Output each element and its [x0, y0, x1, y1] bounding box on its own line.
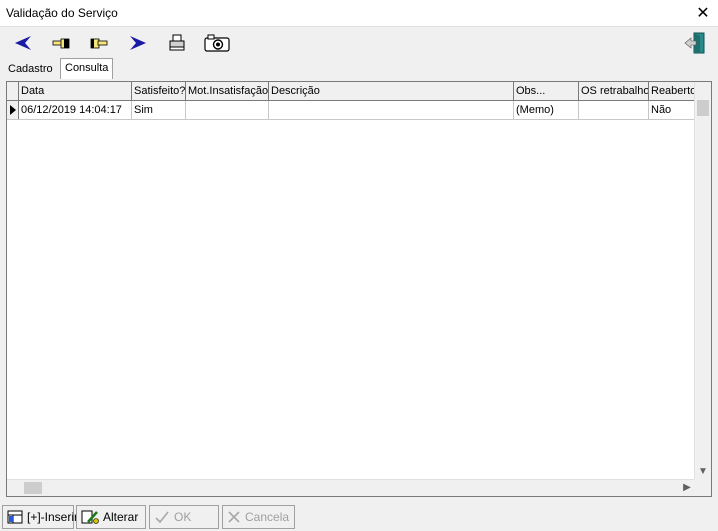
next-record-button[interactable]: [86, 31, 112, 55]
table-row[interactable]: 06/12/2019 14:04:17 Sim (Memo) Não: [7, 101, 695, 120]
horizontal-scroll-thumb[interactable]: [24, 482, 42, 494]
camera-icon: [204, 34, 230, 52]
arrow-left-icon: [15, 36, 31, 50]
exit-door-icon: [684, 32, 705, 54]
title-bar: Validação do Serviço ✕: [0, 0, 718, 27]
insert-button[interactable]: [+]-Inserir: [2, 505, 78, 529]
column-header-satisfeito[interactable]: Satisfeito?: [132, 82, 186, 100]
cell-descricao[interactable]: [269, 101, 514, 119]
column-header-obs[interactable]: Obs...: [514, 82, 579, 100]
screenshot-button[interactable]: [202, 31, 232, 55]
arrow-right-icon: [130, 36, 146, 50]
cancel-button[interactable]: Cancela: [222, 505, 295, 529]
data-grid[interactable]: Data Satisfeito? Mot.Insatisfação Descri…: [6, 81, 712, 497]
cancel-x-icon: [227, 510, 241, 524]
scroll-right-icon[interactable]: ▶: [679, 480, 695, 496]
last-record-button[interactable]: [125, 31, 151, 55]
pointing-hand-right-icon: [90, 38, 108, 49]
edit-label: Alterar: [103, 510, 139, 524]
exit-button[interactable]: [682, 31, 708, 55]
cell-mot-insatisfacao[interactable]: [186, 101, 269, 119]
print-button[interactable]: [164, 31, 190, 55]
grid-header: Data Satisfeito? Mot.Insatisfação Descri…: [7, 82, 695, 101]
current-row-arrow-icon: [10, 105, 16, 115]
printer-icon: [169, 34, 185, 51]
first-record-button[interactable]: [10, 31, 36, 55]
checkmark-icon: [154, 510, 170, 524]
horizontal-scrollbar[interactable]: ▶: [7, 479, 695, 496]
column-header-os-retrabalho[interactable]: OS retrabalho: [579, 82, 649, 100]
tab-cadastro[interactable]: Cadastro: [4, 60, 57, 78]
scroll-down-icon[interactable]: ▼: [695, 464, 711, 480]
cell-reaberto[interactable]: Não: [649, 101, 695, 119]
column-header-reaberto[interactable]: Reaberto: [649, 82, 695, 100]
edit-icon: [81, 509, 99, 525]
toolbar: [0, 27, 718, 59]
cell-data[interactable]: 06/12/2019 14:04:17: [19, 101, 132, 119]
header-indicator: [7, 82, 19, 100]
cell-os-retrabalho[interactable]: [579, 101, 649, 119]
cancel-label: Cancela: [245, 510, 290, 524]
tab-consulta[interactable]: Consulta: [60, 58, 114, 79]
cell-obs[interactable]: (Memo): [514, 101, 579, 119]
close-icon: ✕: [696, 5, 710, 22]
row-indicator: [7, 101, 19, 119]
column-header-mot-insatisfacao[interactable]: Mot.Insatisfação: [186, 82, 269, 100]
close-button[interactable]: ✕: [688, 0, 718, 26]
column-header-descricao[interactable]: Descrição: [269, 82, 514, 100]
action-bar: [+]-Inserir Alterar OK Cancela: [0, 503, 718, 531]
ok-button[interactable]: OK: [149, 505, 219, 529]
edit-button[interactable]: Alterar: [76, 505, 146, 529]
vertical-scrollbar[interactable]: ▼: [694, 82, 711, 480]
column-header-data[interactable]: Data: [19, 82, 132, 100]
scrollbar-corner: [694, 479, 711, 496]
pointing-hand-left-icon: [52, 38, 70, 49]
window: Validação do Serviço ✕ Cadastro Consulta…: [0, 0, 718, 531]
previous-record-button[interactable]: [48, 31, 74, 55]
cell-satisfeito[interactable]: Sim: [132, 101, 186, 119]
insert-icon: [7, 510, 23, 524]
window-title: Validação do Serviço: [6, 6, 118, 20]
insert-label: [+]-Inserir: [27, 510, 79, 524]
vertical-scroll-thumb[interactable]: [697, 100, 709, 116]
ok-label: OK: [174, 510, 192, 524]
